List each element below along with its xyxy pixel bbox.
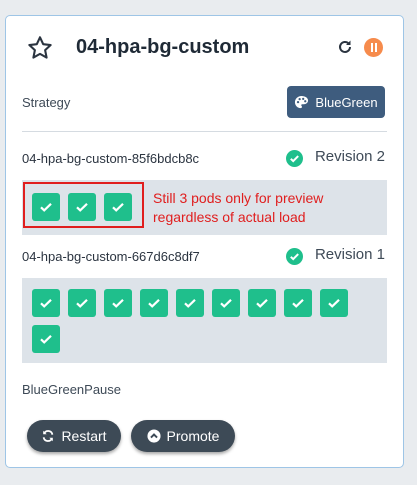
sync-icon <box>43 430 54 442</box>
check-circle-icon <box>286 248 303 265</box>
revision-2-pods: Still 3 pods only for preview regardless… <box>22 180 387 235</box>
pod-check-icon[interactable] <box>320 289 348 317</box>
pod-check-icon[interactable] <box>284 289 312 317</box>
promote-label: Promote <box>166 428 220 444</box>
pod-check-icon[interactable] <box>140 289 168 317</box>
palette-icon <box>295 95 309 108</box>
pod-check-icon[interactable] <box>212 289 240 317</box>
revision-1-label: Revision 1 <box>314 246 385 263</box>
revision-1-row: 04-hpa-bg-custom-667d6c8df7 Revision 1 <box>22 245 387 269</box>
pod-check-icon[interactable] <box>104 289 132 317</box>
pause-icon <box>364 38 383 57</box>
divider <box>22 131 387 132</box>
pod-check-icon[interactable] <box>176 289 204 317</box>
check-circle-icon <box>286 150 303 167</box>
star-icon[interactable] <box>26 34 54 62</box>
strategy-row: Strategy BlueGreen <box>22 86 387 118</box>
strategy-button-label: BlueGreen <box>315 94 378 110</box>
revision-2-name: 04-hpa-bg-custom-85f6bdcb8c <box>22 151 200 166</box>
strategy-label: Strategy <box>22 95 71 110</box>
strategy-button[interactable]: BlueGreen <box>287 86 385 118</box>
arrow-up-circle-icon <box>146 429 161 443</box>
pause-condition-label: BlueGreenPause <box>22 382 122 397</box>
pod-check-icon[interactable] <box>248 289 276 317</box>
annotation-text: Still 3 pods only for preview regardless… <box>153 189 323 227</box>
highlight-box <box>23 182 144 228</box>
pod-check-icon[interactable] <box>32 289 60 317</box>
rollout-card: 04-hpa-bg-custom Strategy BlueGreen 04-h… <box>5 15 404 468</box>
pod-check-icon[interactable] <box>32 325 60 353</box>
pod-check-icon[interactable] <box>68 289 96 317</box>
restart-button[interactable]: Restart <box>27 420 121 452</box>
refresh-icon[interactable] <box>337 39 353 55</box>
rollout-title: 04-hpa-bg-custom <box>76 36 250 58</box>
revision-1-name: 04-hpa-bg-custom-667d6c8df7 <box>22 249 200 264</box>
promote-button[interactable]: Promote <box>131 420 235 452</box>
revision-2-label: Revision 2 <box>314 148 385 165</box>
restart-label: Restart <box>61 428 107 444</box>
revision-2-row: 04-hpa-bg-custom-85f6bdcb8c Revision 2 <box>22 147 387 171</box>
revision-1-pods <box>22 278 387 363</box>
annotation-line-1: Still 3 pods only for preview <box>153 190 324 206</box>
card-header: 04-hpa-bg-custom <box>22 34 387 64</box>
annotation-line-2: regardless of actual load <box>153 209 306 225</box>
